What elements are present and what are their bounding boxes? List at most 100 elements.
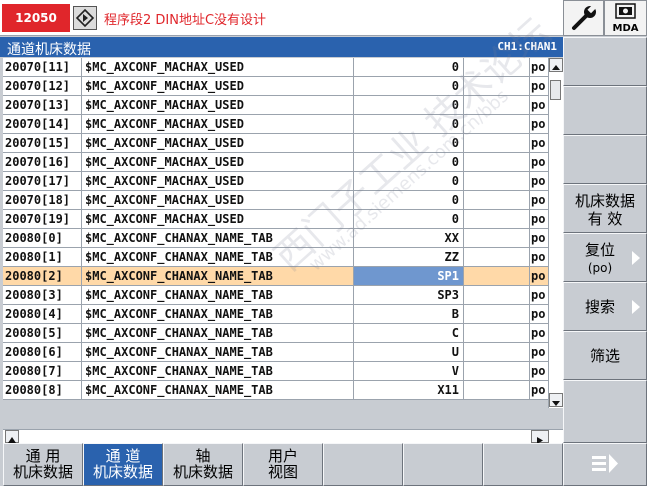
table-row[interactable]: 20080[8] $MC_AXCONF_CHANAX_NAME_TAB X11 po (3, 381, 548, 400)
machine-data-value[interactable]: 0 (354, 210, 464, 229)
table-row[interactable]: 20070[17] $MC_AXCONF_MACHAX_USED 0 po (3, 172, 548, 191)
empty-cell (464, 343, 530, 362)
vertical-softkey-8[interactable] (563, 380, 647, 443)
machine-data-number: 20080[2] (3, 267, 82, 286)
machine-data-value[interactable]: XX (354, 229, 464, 248)
general-machine-data-softkey[interactable]: 通 用 机床数据 (3, 443, 83, 486)
table-row[interactable]: 20080[5] $MC_AXCONF_CHANAX_NAME_TAB Cpo (3, 324, 548, 343)
machine-data-value[interactable]: C (354, 324, 464, 343)
machine-data-value[interactable]: 0 (354, 153, 464, 172)
machine-data-value[interactable]: U (354, 343, 464, 362)
mda-button[interactable]: MDA (604, 0, 647, 36)
empty-cell (464, 77, 530, 96)
table-row[interactable]: 20070[16] $MC_AXCONF_MACHAX_USED 0 po (3, 153, 548, 172)
user-view-softkey[interactable]: 用户 视图 (243, 443, 323, 486)
empty-cell (464, 324, 530, 343)
arrow-right-icon (632, 300, 640, 314)
horizontal-softkey-7[interactable] (483, 443, 563, 486)
horizontal-softkey-6[interactable] (403, 443, 483, 486)
table-row[interactable]: 20080[7] $MC_AXCONF_CHANAX_NAME_TAB Vpo (3, 362, 548, 381)
empty-cell (464, 286, 530, 305)
empty-cell (464, 229, 530, 248)
activation-type: po (530, 286, 548, 305)
scroll-down-button[interactable] (549, 393, 563, 407)
scroll-left-button[interactable] (5, 430, 19, 443)
table-row[interactable]: 20080[6] $MC_AXCONF_CHANAX_NAME_TAB Upo (3, 343, 548, 362)
table-row[interactable]: 20070[13] $MC_AXCONF_MACHAX_USED 0 po (3, 96, 548, 115)
machine-data-number: 20070[18] (3, 191, 82, 210)
scroll-right-button[interactable] (531, 430, 549, 444)
table-row[interactable]: 20080[0] $MC_AXCONF_CHANAX_NAME_TAB XX po (3, 229, 548, 248)
channel-machine-data-softkey[interactable]: 通 道 机床数据 (83, 443, 163, 486)
empty-cell (464, 267, 530, 286)
empty-cell (464, 115, 530, 134)
scroll-up-button[interactable] (549, 58, 563, 72)
machine-data-value[interactable]: X11 (354, 381, 464, 400)
empty-cell (464, 153, 530, 172)
vertical-scroll-thumb[interactable] (550, 80, 561, 100)
empty-cell (464, 96, 530, 115)
machine-data-value[interactable]: B (354, 305, 464, 324)
machine-data-number: 20080[4] (3, 305, 82, 324)
tool-button[interactable] (563, 0, 604, 36)
machine-data-value[interactable]: V (354, 362, 464, 381)
table-row[interactable]: 20070[19] $MC_AXCONF_MACHAX_USED 0 po (3, 210, 548, 229)
machine-data-value[interactable]: 0 (354, 77, 464, 96)
machine-data-value[interactable]: 0 (354, 172, 464, 191)
page-title: 通道机床数据 (7, 42, 91, 58)
table-row[interactable]: 20070[14] $MC_AXCONF_MACHAX_USED 0 po (3, 115, 548, 134)
machine-data-value[interactable]: ZZ (354, 248, 464, 267)
vertical-softkey-2[interactable] (563, 86, 647, 135)
empty-cell (464, 134, 530, 153)
axis-machine-data-softkey[interactable]: 轴 机床数据 (163, 443, 243, 486)
search-softkey[interactable]: 搜索 (563, 282, 647, 331)
machine-data-number: 20070[14] (3, 115, 82, 134)
more-softkey-button[interactable] (563, 443, 647, 486)
vertical-softkey-3[interactable] (563, 135, 647, 184)
machine-data-value[interactable]: 0 (354, 58, 464, 77)
empty-cell (464, 248, 530, 267)
table-row[interactable]: 20080[4] $MC_AXCONF_CHANAX_NAME_TAB Bpo (3, 305, 548, 324)
machine-screen-icon (615, 3, 636, 19)
table-row[interactable]: 20080[1] $MC_AXCONF_CHANAX_NAME_TAB ZZ po (3, 248, 548, 267)
machine-data-number: 20070[12] (3, 77, 82, 96)
machine-data-value[interactable]: SP3 (354, 286, 464, 305)
machine-data-number: 20080[6] (3, 343, 82, 362)
activation-type: po (530, 305, 548, 324)
table-row[interactable]: 20080[3] $MC_AXCONF_CHANAX_NAME_TAB SP3 po (3, 286, 548, 305)
machine-data-name: $MC_AXCONF_MACHAX_USED (82, 134, 354, 153)
machine-data-number: 20070[19] (3, 210, 82, 229)
horizontal-scrollbar[interactable] (3, 429, 563, 444)
reset-po-softkey[interactable]: 复位 (po) (563, 233, 647, 282)
softkey-label: 轴 (195, 447, 211, 465)
filter-softkey[interactable]: 筛选 (563, 331, 647, 380)
table-row[interactable]: 20080[2] $MC_AXCONF_CHANAX_NAME_TAB SP1 po (3, 267, 548, 286)
horizontal-softkey-5[interactable] (323, 443, 403, 486)
machine-data-value[interactable]: 0 (354, 191, 464, 210)
activation-type: po (530, 172, 548, 191)
machine-data-number: 20080[8] (3, 381, 82, 400)
title-bar: 通道机床数据 CH1:CHAN1 (0, 37, 563, 58)
table-row[interactable]: 20070[11] $MC_AXCONF_MACHAX_USED 0 po (3, 58, 548, 77)
softkey-label: 机床数据 (92, 463, 153, 481)
empty-cell (464, 305, 530, 324)
machine-data-value[interactable]: 0 (354, 96, 464, 115)
vertical-softkey-1[interactable] (563, 37, 647, 86)
alarm-acknowledge-button[interactable] (73, 6, 97, 30)
machine-data-name: $MC_AXCONF_CHANAX_NAME_TAB (82, 343, 354, 362)
machine-data-number: 20080[7] (3, 362, 82, 381)
table-row[interactable]: 20070[12] $MC_AXCONF_MACHAX_USED 0 po (3, 77, 548, 96)
table-row[interactable]: 20070[15] $MC_AXCONF_MACHAX_USED 0 po (3, 134, 548, 153)
machine-data-table: 20070[11] $MC_AXCONF_MACHAX_USED 0 po 20070[… (3, 58, 548, 400)
machine-data-name: $MC_AXCONF_MACHAX_USED (82, 96, 354, 115)
table-row[interactable]: 20070[18] $MC_AXCONF_MACHAX_USED 0 po (3, 191, 548, 210)
machine-data-value[interactable]: 0 (354, 134, 464, 153)
vertical-scrollbar[interactable] (548, 58, 563, 408)
arrow-down-icon (552, 401, 560, 406)
machine-data-value[interactable]: 0 (354, 115, 464, 134)
softkey-label: 有 效 (587, 210, 623, 228)
machine-data-name: $MC_AXCONF_CHANAX_NAME_TAB (82, 381, 354, 400)
machine-data-value[interactable]: SP1 (354, 267, 464, 286)
status-area (0, 409, 563, 429)
activate-machine-data-softkey[interactable]: 机床数据 有 效 (563, 184, 647, 233)
